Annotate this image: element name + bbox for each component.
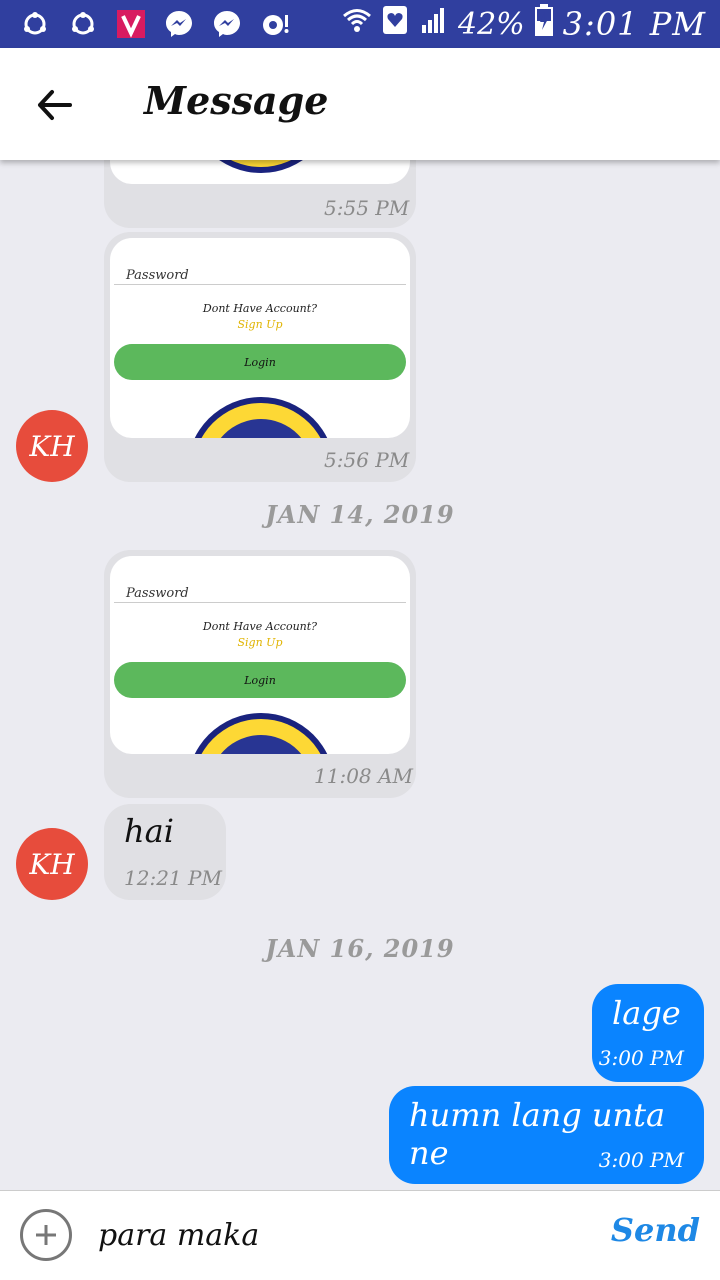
system-status: 42% 3:01 PM (342, 0, 706, 48)
message-input[interactable] (98, 1209, 578, 1261)
notification-icons (18, 6, 292, 42)
message-time: 3:00 PM (598, 1148, 684, 1172)
incoming-image-message[interactable]: Password Dont Have Account? Sign Up Logi… (104, 232, 416, 482)
university-seal-image (194, 397, 328, 438)
image-attachment[interactable]: Password Dont Have Account? Sign Up Logi… (110, 238, 410, 438)
messenger-icon (162, 7, 196, 41)
signup-link: Sign Up (237, 318, 283, 331)
incoming-text-message[interactable]: hai 12:21 PM (104, 804, 226, 900)
clock: 3:01 PM (562, 5, 706, 43)
send-button[interactable]: Send (611, 1211, 700, 1249)
login-button-image: Login (114, 662, 406, 698)
message-text: lage (612, 994, 681, 1032)
university-seal-image (194, 713, 328, 754)
no-account-text: Dont Have Account? (202, 302, 318, 315)
messenger-icon (210, 7, 244, 41)
image-attachment[interactable]: Password Dont Have Account? Sign Up Logi… (110, 556, 410, 754)
password-label: Password (126, 268, 189, 283)
avatar[interactable]: KH (16, 828, 88, 900)
status-bar: 42% 3:01 PM (0, 0, 720, 48)
date-separator: JAN 16, 2019 (265, 934, 455, 963)
incoming-image-message[interactable]: Password Dont Have Account? Sign Up Logi… (104, 550, 416, 798)
message-text: hai (124, 812, 174, 850)
plus-icon (36, 1225, 56, 1245)
image-attachment[interactable] (110, 160, 410, 184)
message-list[interactable]: 5:55 PM Password Dont Have Account? Sign… (0, 160, 720, 1190)
university-seal-image (219, 160, 303, 173)
outgoing-text-message[interactable]: humn lang unta ne 3:00 PM (389, 1086, 704, 1184)
message-time: 5:55 PM (324, 196, 410, 220)
date-separator: JAN 14, 2019 (265, 500, 455, 529)
arrow-left-icon (38, 90, 72, 120)
message-time: 12:21 PM (124, 866, 222, 890)
vidmate-icon (114, 7, 148, 41)
signup-link: Sign Up (237, 636, 283, 649)
record-icon (258, 7, 292, 41)
app-bar: Message (0, 48, 720, 160)
battery-percentage: 42% (457, 6, 525, 42)
battery-icon (534, 4, 553, 44)
message-time: 3:00 PM (598, 1046, 684, 1070)
avatar[interactable]: KH (16, 410, 88, 482)
divider (114, 602, 406, 603)
message-time: 11:08 AM (314, 764, 413, 788)
back-button[interactable] (30, 80, 80, 130)
message-time: 5:56 PM (324, 448, 410, 472)
shareit-icon (66, 7, 100, 41)
add-attachment-button[interactable] (20, 1209, 72, 1261)
incoming-image-message[interactable]: 5:55 PM (104, 160, 416, 228)
login-button-image: Login (114, 344, 406, 380)
page-title: Message (144, 78, 329, 123)
no-account-text: Dont Have Account? (202, 620, 318, 633)
password-label: Password (126, 586, 189, 601)
heart-icon (382, 5, 408, 43)
composer-bar: Send (0, 1190, 720, 1280)
outgoing-text-message[interactable]: lage 3:00 PM (592, 984, 704, 1082)
wifi-icon (342, 5, 372, 43)
signal-icon (418, 5, 448, 43)
shareit-icon (18, 7, 52, 41)
divider (114, 284, 406, 285)
